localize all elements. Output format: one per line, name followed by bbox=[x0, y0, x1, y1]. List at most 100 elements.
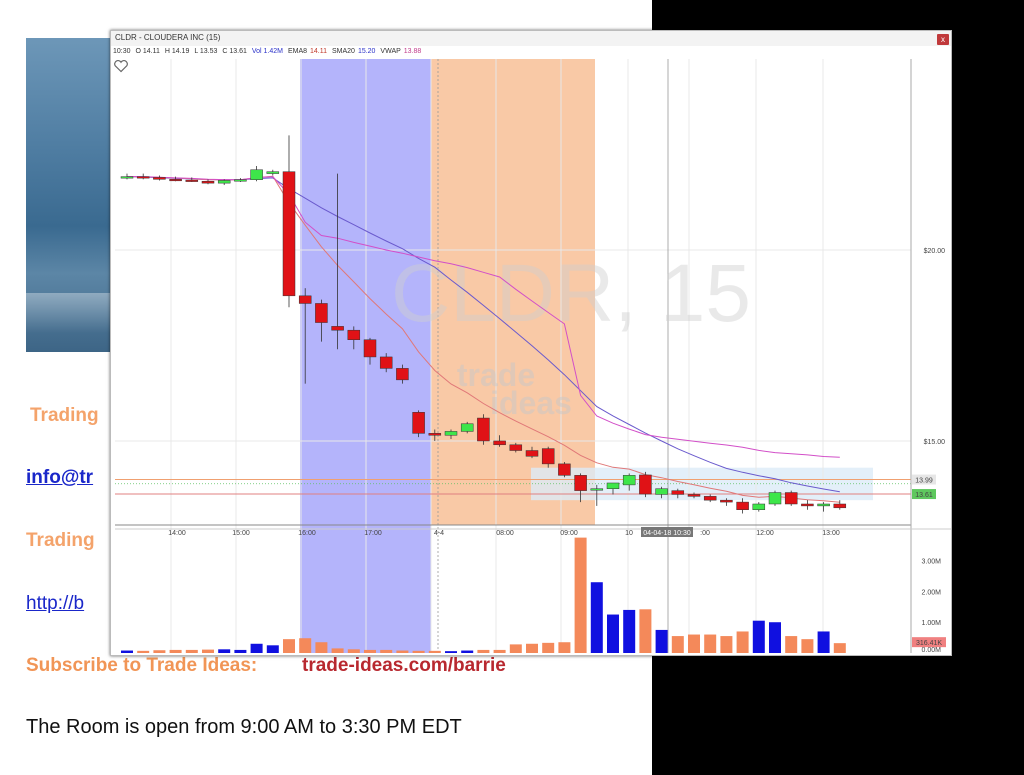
time-tick-label: 16:00 bbox=[298, 530, 316, 537]
volume-tick-label: 3.00M bbox=[922, 559, 942, 566]
time-tick-label: 4-4 bbox=[434, 530, 444, 537]
volume-bar-down bbox=[315, 642, 328, 653]
time-tick-label: 13:00 bbox=[822, 530, 840, 537]
candle-down bbox=[525, 450, 539, 457]
volume-zero-label: 0.00M bbox=[922, 647, 942, 654]
volume-bar-down bbox=[299, 638, 312, 653]
volume-bar-down bbox=[412, 650, 425, 653]
candle-up bbox=[266, 171, 280, 174]
price-flag-label: 13.99 bbox=[915, 478, 933, 485]
time-tick-label: :00 bbox=[700, 530, 710, 537]
time-tick-label: 17:00 bbox=[364, 530, 382, 537]
volume-bar-down bbox=[185, 649, 198, 653]
candle-up bbox=[622, 475, 636, 486]
slide-room-hours: The Room is open from 9:00 AM to 3:30 PM… bbox=[26, 716, 462, 738]
candle-up bbox=[655, 488, 668, 495]
candle-down bbox=[477, 417, 490, 442]
volume-bar-up bbox=[769, 622, 781, 653]
candle-down bbox=[833, 503, 847, 509]
candle-up bbox=[444, 431, 458, 436]
time-tick-label: 14:00 bbox=[168, 530, 186, 537]
candle-up bbox=[590, 488, 604, 491]
volume-bar-down bbox=[833, 643, 846, 653]
volume-bar-down bbox=[558, 642, 571, 653]
candle-down bbox=[703, 496, 717, 501]
candle-up bbox=[817, 503, 830, 507]
volume-bar-down bbox=[671, 636, 684, 653]
chart-window[interactable]: CLDR - CLOUDERA INC (15) x 10:30 O 14.11… bbox=[110, 30, 952, 656]
slide-subscribe-url[interactable]: trade-ideas.com/barrie bbox=[302, 655, 506, 677]
watermark-symbol: CLDR, 15 bbox=[391, 248, 751, 339]
volume-bar-down bbox=[169, 649, 182, 653]
candle-down bbox=[298, 295, 312, 304]
candle-down bbox=[428, 433, 442, 436]
candle-down bbox=[315, 303, 328, 323]
volume-bar-up bbox=[266, 645, 279, 653]
volume-bar-down bbox=[396, 650, 409, 653]
volume-bar-down bbox=[785, 636, 798, 653]
price-flag-label: 13.61 bbox=[915, 492, 933, 499]
candle-up bbox=[120, 176, 134, 179]
candle-down bbox=[574, 475, 587, 491]
volume-bar-down bbox=[639, 609, 652, 653]
volume-bar-up bbox=[121, 650, 133, 653]
volume-bar-up bbox=[623, 609, 636, 653]
slide-trading-heading: Trading bbox=[30, 405, 99, 426]
candle-up bbox=[752, 503, 766, 510]
volume-bar-down bbox=[801, 639, 814, 653]
candle-down bbox=[720, 499, 733, 503]
candle-down bbox=[331, 326, 344, 331]
candle-down bbox=[558, 463, 571, 476]
candle-down bbox=[541, 448, 555, 465]
volume-bar-down bbox=[736, 631, 749, 653]
volume-bar-down bbox=[493, 649, 506, 653]
chart-canvas[interactable]: CLDR, 15tradeideas14:00 15:00 16:00 17:00 4-… bbox=[111, 31, 951, 655]
slide-photo bbox=[26, 38, 116, 352]
volume-bar-up bbox=[590, 582, 603, 653]
candle-down bbox=[169, 179, 182, 182]
slide-trading-heading-2: Trading bbox=[26, 530, 95, 551]
volume-bar-up bbox=[655, 629, 668, 653]
candle-down bbox=[347, 329, 361, 340]
volume-bar-up bbox=[445, 651, 457, 653]
volume-tick-label: 2.00M bbox=[922, 589, 942, 596]
candle-down bbox=[639, 474, 652, 495]
slide-subscribe-label: Subscribe to Trade Ideas: bbox=[26, 655, 258, 676]
volume-bar-up bbox=[752, 620, 765, 653]
volume-bar-up bbox=[817, 631, 830, 653]
volume-bar-down bbox=[704, 634, 717, 653]
time-tick-label: 12:00 bbox=[756, 530, 774, 537]
candle-down bbox=[784, 492, 798, 505]
candle-up bbox=[460, 423, 474, 432]
volume-tick-label: 1.00M bbox=[922, 620, 942, 627]
candle-down bbox=[153, 177, 166, 180]
volume-bar-up bbox=[461, 650, 474, 653]
candle-down bbox=[801, 503, 814, 507]
time-tick-label: 09:00 bbox=[560, 530, 578, 537]
volume-bar-down bbox=[137, 650, 150, 653]
volume-bar-up bbox=[607, 614, 619, 653]
candle-up bbox=[768, 492, 782, 505]
candle-down bbox=[136, 176, 150, 179]
volume-bar-down bbox=[364, 649, 376, 653]
volume-bar-up bbox=[250, 643, 263, 653]
slide-email-link[interactable]: info@tr bbox=[26, 467, 93, 489]
candle-down bbox=[493, 440, 506, 446]
time-tick-label: 08:00 bbox=[496, 530, 514, 537]
time-cursor-label: 04-04-18 10:30 bbox=[643, 530, 691, 537]
volume-bar-down bbox=[347, 649, 360, 653]
candle-down bbox=[185, 179, 199, 182]
volume-bar-down bbox=[202, 649, 214, 653]
candle-up bbox=[234, 179, 247, 182]
candle-up bbox=[606, 482, 620, 489]
volume-bar-down bbox=[380, 649, 393, 653]
candle-up bbox=[250, 169, 263, 180]
candle-down bbox=[509, 444, 523, 451]
candle-up bbox=[217, 180, 231, 184]
volume-bar-down bbox=[542, 642, 555, 653]
volume-bar-up bbox=[234, 649, 247, 653]
candle-down bbox=[396, 368, 409, 381]
candle-down bbox=[201, 180, 215, 184]
volume-bar-down bbox=[331, 648, 344, 653]
slide-web-link[interactable]: http://b bbox=[26, 593, 84, 615]
